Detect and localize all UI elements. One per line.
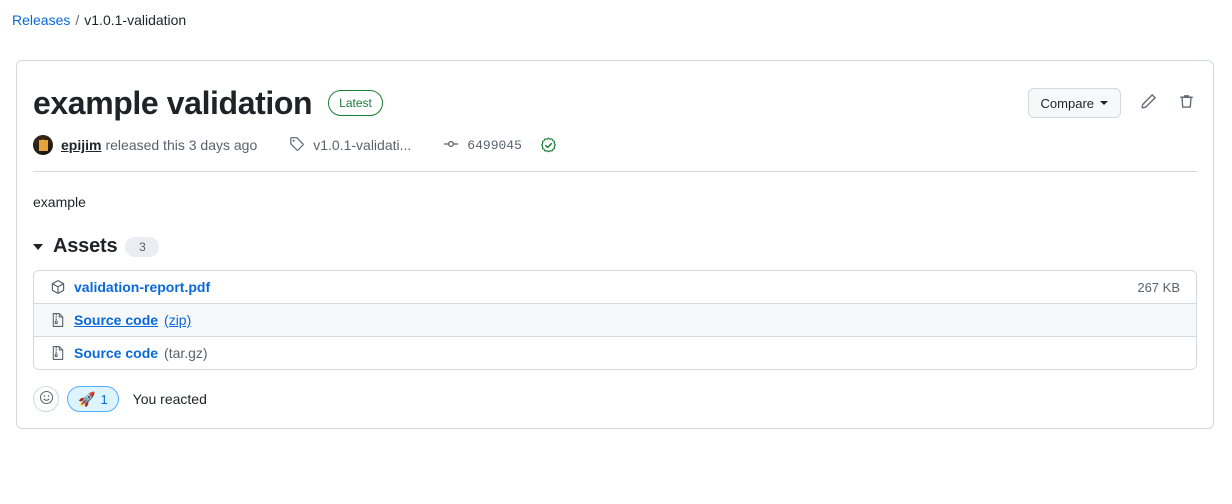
assets-list: validation-report.pdf 267 KB Source code (33, 270, 1197, 370)
asset-link[interactable]: validation-report.pdf (74, 279, 210, 295)
breadcrumb-releases-link[interactable]: Releases (12, 10, 70, 31)
pencil-icon (1140, 93, 1157, 113)
triangle-down-icon (33, 243, 43, 250)
page-title: example validation (33, 85, 313, 121)
assets-title: Assets (53, 235, 118, 257)
release-body: example (33, 194, 86, 210)
reaction-rocket-button[interactable]: 🚀 1 (67, 386, 119, 412)
asset-format-suffix: (tar.gz) (164, 345, 208, 361)
add-reaction-button[interactable] (33, 386, 59, 412)
status-badge-latest: Latest (328, 90, 383, 116)
tag-meta[interactable]: v1.0.1-validati... (289, 136, 411, 155)
reaction-status-text: You reacted (132, 391, 207, 407)
package-icon (50, 279, 66, 295)
assets-toggle[interactable]: Assets 3 (33, 235, 160, 270)
compare-button[interactable]: Compare (1027, 88, 1121, 118)
released-timestamp: released this 3 days ago (105, 137, 258, 153)
commit-sha: 6499045 (467, 137, 522, 153)
breadcrumb-current: v1.0.1-validation (84, 12, 187, 28)
asset-link[interactable]: Source code (74, 345, 158, 361)
avatar[interactable] (33, 135, 53, 155)
file-zip-icon (50, 345, 66, 361)
list-item[interactable]: validation-report.pdf 267 KB (34, 271, 1196, 304)
reactions-bar: 🚀 1 You reacted (17, 370, 1213, 428)
smiley-icon (39, 390, 54, 408)
commit-icon (443, 136, 459, 155)
release-meta: epijim released this 3 days ago v1.0.1-v… (17, 123, 1213, 171)
assets-section: Assets 3 validation-report.pdf 267 KB So… (17, 235, 1213, 370)
delete-release-button[interactable] (1175, 92, 1197, 114)
release-card: example validation Latest Compare epijim… (16, 60, 1214, 429)
release-actions: Compare (1027, 88, 1197, 118)
asset-link[interactable]: Source code (74, 312, 158, 328)
tag-icon (289, 136, 305, 155)
list-item[interactable]: Source code (tar.gz) (34, 337, 1196, 369)
rocket-icon: 🚀 (78, 391, 96, 407)
list-item[interactable]: Source code (zip) (34, 304, 1196, 337)
edit-release-button[interactable] (1137, 92, 1159, 114)
chevron-down-icon (1100, 101, 1108, 105)
file-zip-icon (50, 312, 66, 328)
commit-meta[interactable]: 6499045 (443, 136, 557, 155)
release-page: Releases / v1.0.1-validation example val… (0, 0, 1232, 504)
assets-count-badge: 3 (125, 236, 160, 257)
trash-icon (1178, 93, 1195, 113)
release-header: example validation Latest Compare (17, 61, 1213, 123)
asset-size: 267 KB (1137, 279, 1180, 295)
reaction-count: 1 (100, 391, 108, 407)
verified-badge-icon (540, 137, 557, 154)
breadcrumb: Releases / v1.0.1-validation (12, 10, 186, 31)
asset-format-suffix: (zip) (164, 312, 192, 328)
author-link[interactable]: epijim (61, 137, 101, 153)
compare-button-label: Compare (1040, 95, 1094, 111)
breadcrumb-separator: / (75, 12, 80, 28)
tag-label: v1.0.1-validati... (313, 137, 412, 153)
